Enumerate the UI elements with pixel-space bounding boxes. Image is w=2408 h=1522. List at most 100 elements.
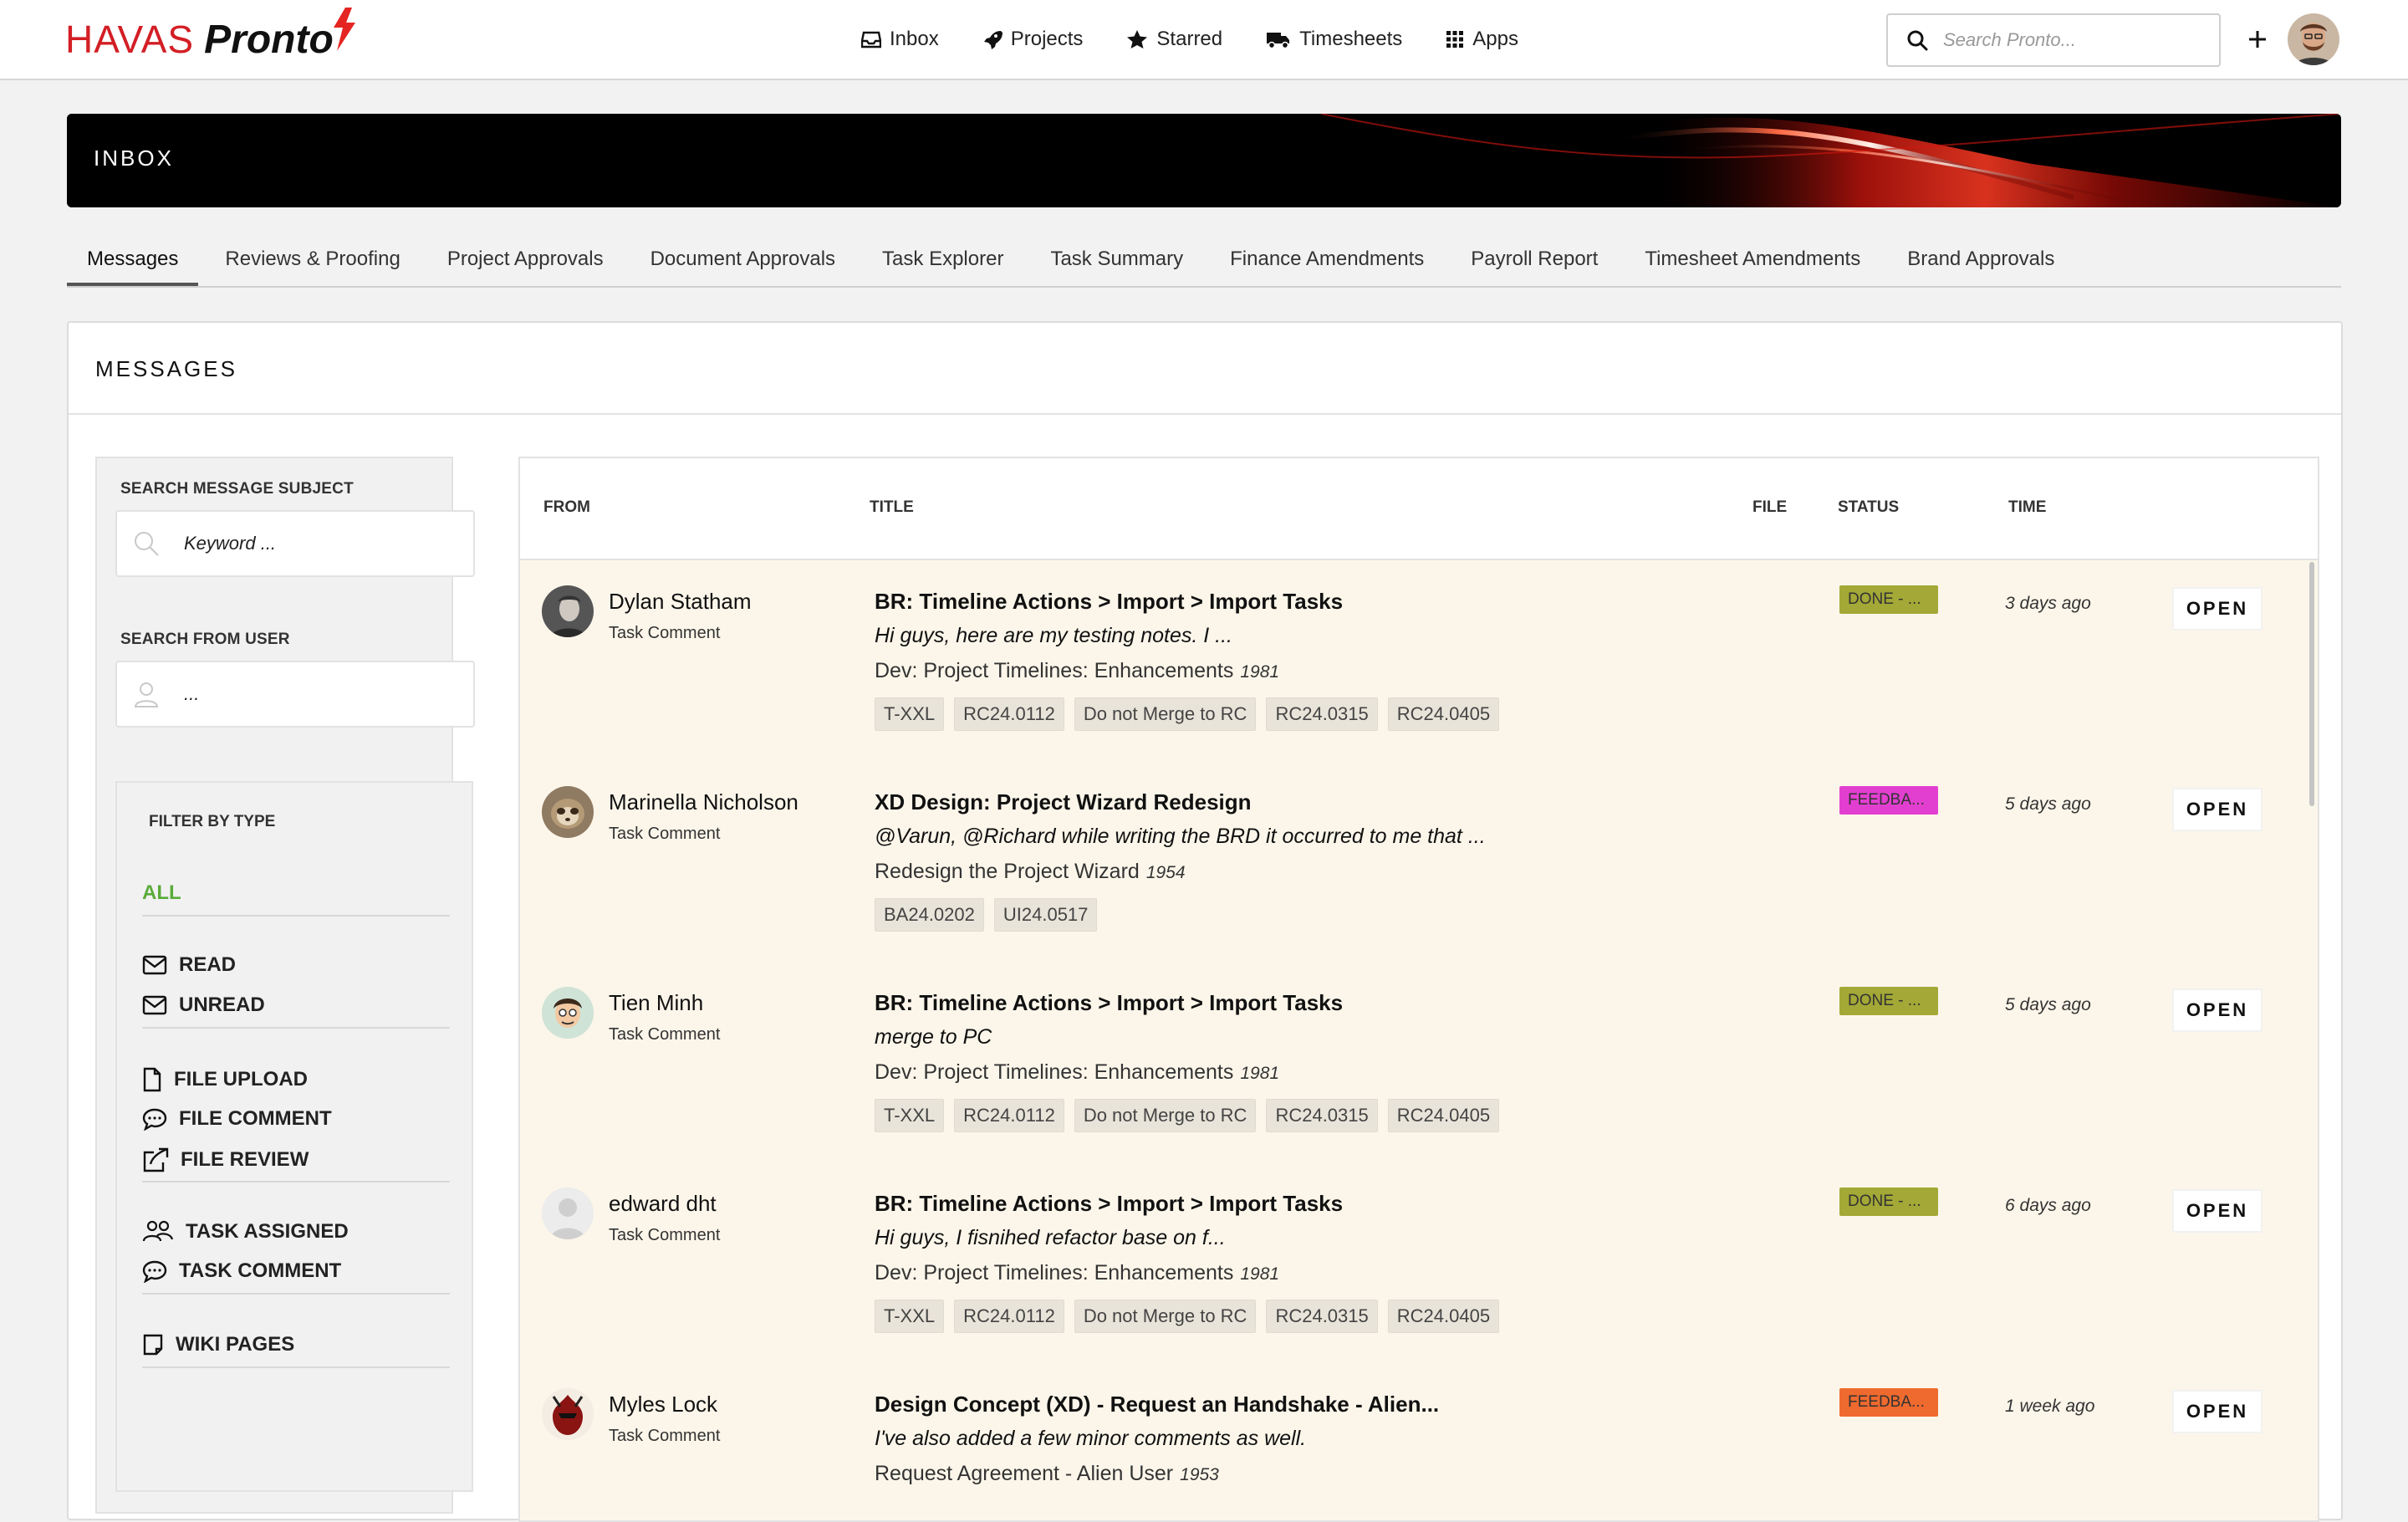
table-row[interactable]: Dylan Statham Task Comment BR: Timeline … xyxy=(520,560,2318,763)
open-button[interactable]: OPEN xyxy=(2172,1189,2263,1233)
filter-file-review[interactable]: FILE REVIEW xyxy=(142,1147,309,1172)
open-button[interactable]: OPEN xyxy=(2172,988,2263,1032)
message-snippet: @Varun, @Richard while writing the BRD i… xyxy=(875,825,1486,848)
main-nav: Inbox Projects Starred Timesheets Apps xyxy=(861,0,1562,79)
filter-unread-label: UNREAD xyxy=(179,993,265,1016)
project-title: Dev: Project Timelines: Enhancements xyxy=(875,1060,1234,1084)
search-subject-input[interactable] xyxy=(182,532,436,555)
tag: Do not Merge to RC xyxy=(1074,697,1257,731)
table-row[interactable]: Myles Lock Task Comment Design Concept (… xyxy=(520,1363,2318,1520)
global-search-input[interactable] xyxy=(1941,28,2196,52)
tag: BA24.0202 xyxy=(875,898,984,932)
column-header-from[interactable]: FROM xyxy=(543,498,590,517)
tag: Do not Merge to RC xyxy=(1074,1300,1257,1333)
global-search xyxy=(1886,13,2221,67)
avatar xyxy=(542,585,594,637)
divider xyxy=(142,1366,450,1368)
divider xyxy=(142,915,450,917)
project-name[interactable]: Dev: Project Timelines: Enhancements 1981 xyxy=(875,1261,1279,1285)
table-header: FROM TITLE FILE STATUS TIME xyxy=(520,458,2318,560)
inbox-tabs: Messages Reviews & Proofing Project Appr… xyxy=(67,227,2341,288)
project-id: 1954 xyxy=(1145,863,1186,882)
filter-file-upload[interactable]: FILE UPLOAD xyxy=(142,1067,308,1092)
tab-task-explorer[interactable]: Task Explorer xyxy=(862,227,1023,286)
open-button[interactable]: OPEN xyxy=(2172,1390,2263,1433)
search-user-input[interactable] xyxy=(182,682,436,706)
message-title[interactable]: BR: Timeline Actions > Import > Import T… xyxy=(875,589,1343,615)
grid-icon xyxy=(1446,31,1464,48)
column-header-title[interactable]: TITLE xyxy=(870,498,914,517)
column-header-time[interactable]: TIME xyxy=(2008,498,2046,517)
tag-list: T-XXL RC24.0112 Do not Merge to RC RC24.… xyxy=(875,697,1509,731)
filter-task-comment[interactable]: TASK COMMENT xyxy=(142,1259,341,1283)
message-time: 5 days ago xyxy=(2005,995,2091,1014)
table-row[interactable]: edward dht Task Comment BR: Timeline Act… xyxy=(520,1162,2318,1365)
tab-brand-approvals[interactable]: Brand Approvals xyxy=(1887,227,2074,286)
filter-file-comment[interactable]: FILE COMMENT xyxy=(142,1107,332,1131)
user-avatar[interactable] xyxy=(2288,13,2339,65)
logo-havas-text: HAVAS xyxy=(65,18,195,61)
message-title[interactable]: BR: Timeline Actions > Import > Import T… xyxy=(875,1191,1343,1217)
envelope-icon xyxy=(142,955,167,975)
column-header-file[interactable]: FILE xyxy=(1752,498,1787,517)
user-icon xyxy=(134,682,159,707)
tab-document-approvals[interactable]: Document Approvals xyxy=(630,227,855,286)
message-type: Task Comment xyxy=(609,1025,721,1044)
divider xyxy=(142,1293,450,1295)
comment-icon xyxy=(142,1260,167,1283)
filter-wiki-pages[interactable]: WIKI PAGES xyxy=(142,1333,294,1356)
sender-name: edward dht xyxy=(609,1191,717,1216)
divider xyxy=(142,1181,450,1182)
add-button[interactable] xyxy=(2241,22,2274,55)
filter-all[interactable]: ALL xyxy=(142,881,181,905)
tab-finance-amendments[interactable]: Finance Amendments xyxy=(1210,227,1444,286)
nav-apps[interactable]: Apps xyxy=(1446,28,1518,51)
nav-timesheets[interactable]: Timesheets xyxy=(1266,28,1402,51)
avatar-photo xyxy=(542,987,594,1039)
filter-read-label: READ xyxy=(179,953,237,976)
search-user-label: SEARCH FROM USER xyxy=(120,631,290,648)
nav-starred[interactable]: Starred xyxy=(1126,28,1222,51)
project-name[interactable]: Request Agreement - Alien User 1953 xyxy=(875,1462,1219,1486)
open-button[interactable]: OPEN xyxy=(2172,587,2263,631)
rocket-icon xyxy=(983,31,1002,49)
havas-pronto-logo[interactable]: HAVAS Pronto xyxy=(65,8,357,69)
divider xyxy=(142,1027,450,1029)
message-title[interactable]: XD Design: Project Wizard Redesign xyxy=(875,789,1252,815)
filter-unread[interactable]: UNREAD xyxy=(142,993,265,1017)
project-name[interactable]: Dev: Project Timelines: Enhancements 1981 xyxy=(875,1060,1279,1085)
project-name[interactable]: Dev: Project Timelines: Enhancements 1981 xyxy=(875,659,1279,683)
message-time: 6 days ago xyxy=(2005,1196,2091,1215)
share-review-icon xyxy=(143,1147,169,1172)
open-button[interactable]: OPEN xyxy=(2172,788,2263,831)
table-scrollbar[interactable] xyxy=(2309,562,2314,806)
tab-project-approvals[interactable]: Project Approvals xyxy=(427,227,624,286)
filter-task-assigned[interactable]: TASK ASSIGNED xyxy=(142,1219,349,1244)
project-id: 1981 xyxy=(1240,1264,1280,1284)
sender-name: Tien Minh xyxy=(609,990,704,1015)
tab-reviews-proofing[interactable]: Reviews & Proofing xyxy=(205,227,420,286)
users-icon xyxy=(142,1220,174,1242)
project-title: Redesign the Project Wizard xyxy=(875,860,1140,883)
tab-task-summary[interactable]: Task Summary xyxy=(1030,227,1203,286)
filter-read[interactable]: READ xyxy=(142,953,236,977)
table-row[interactable]: Marinella Nicholson Task Comment XD Desi… xyxy=(520,761,2318,963)
tag: RC24.0405 xyxy=(1387,1099,1500,1132)
tab-timesheet-amendments[interactable]: Timesheet Amendments xyxy=(1625,227,1880,286)
tag: T-XXL xyxy=(875,697,945,731)
message-title[interactable]: Design Concept (XD) - Request an Handsha… xyxy=(875,1392,1439,1417)
nav-inbox[interactable]: Inbox xyxy=(861,28,939,51)
message-title[interactable]: BR: Timeline Actions > Import > Import T… xyxy=(875,990,1343,1016)
message-type: Task Comment xyxy=(609,825,721,843)
project-name[interactable]: Redesign the Project Wizard 1954 xyxy=(875,860,1186,884)
nav-projects[interactable]: Projects xyxy=(982,28,1083,51)
status-badge: DONE - ... xyxy=(1839,987,1938,1015)
avatar-placeholder xyxy=(542,1187,594,1239)
tab-messages[interactable]: Messages xyxy=(67,227,199,286)
nav-apps-label: Apps xyxy=(1472,28,1518,50)
tab-payroll-report[interactable]: Payroll Report xyxy=(1451,227,1618,286)
sender-name: Myles Lock xyxy=(609,1392,718,1417)
table-row[interactable]: Tien Minh Task Comment BR: Timeline Acti… xyxy=(520,962,2318,1164)
column-header-status[interactable]: STATUS xyxy=(1838,498,1899,517)
project-title: Dev: Project Timelines: Enhancements xyxy=(875,659,1234,682)
